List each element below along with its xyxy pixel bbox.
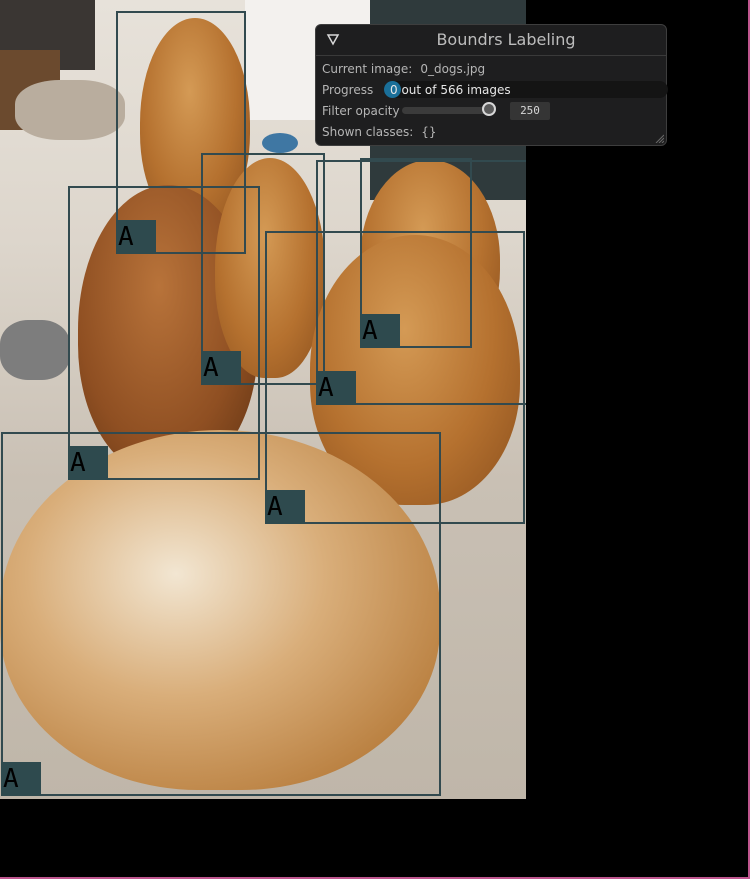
bounding-box[interactable]: A (1, 432, 441, 796)
filter-opacity-slider[interactable] (402, 102, 497, 116)
current-image-label: Current image: (322, 62, 413, 76)
current-image-row: Current image: 0_dogs.jpg (322, 60, 485, 78)
progress-label: Progress (322, 83, 374, 97)
filter-opacity-label: Filter opacity (322, 104, 400, 118)
box-class-label: A (201, 351, 241, 385)
panel-header[interactable]: Boundrs Labeling (316, 25, 666, 56)
progress-suffix: out of 566 images (401, 83, 511, 97)
labeling-panel[interactable]: Boundrs Labeling Current image: 0_dogs.jp… (315, 24, 668, 146)
current-image-value: 0_dogs.jpg (420, 62, 486, 76)
progress-row: Progress 0 out of 566 images (322, 81, 668, 99)
progress-bar: 0 out of 566 images (384, 81, 668, 98)
plush-toy (0, 320, 70, 380)
floor-rug (15, 80, 125, 140)
progress-text: 0 out of 566 images (390, 81, 511, 99)
box-class-label: A (1, 762, 41, 796)
shown-classes-value: {} (421, 125, 437, 139)
filter-opacity-input[interactable]: 250 (510, 102, 550, 120)
shown-classes-label: Shown classes: (322, 125, 414, 139)
resize-grip-icon[interactable] (654, 133, 664, 143)
slider-handle[interactable] (482, 102, 497, 116)
shown-classes-row: Shown classes: {} (322, 123, 437, 141)
progress-count: 0 (390, 83, 398, 97)
blue-toy (262, 133, 298, 153)
panel-title: Boundrs Labeling (436, 30, 576, 49)
filter-opacity-row: Filter opacity 250 (322, 102, 668, 120)
